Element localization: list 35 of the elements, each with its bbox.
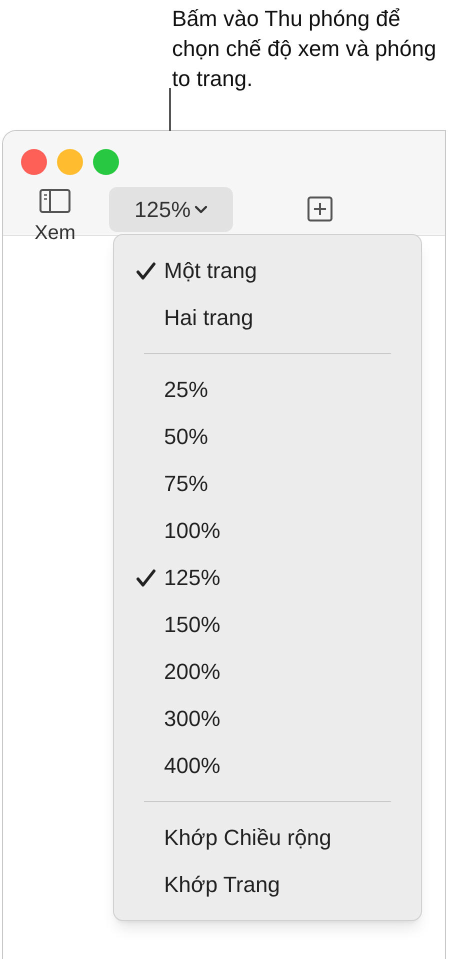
menu-item[interactable]: Hai trang — [114, 294, 421, 341]
view-button[interactable]: Xem — [27, 188, 83, 248]
menu-item-label: Khớp Trang — [164, 871, 280, 899]
menu-item[interactable]: 400% — [114, 742, 421, 789]
menu-item[interactable]: 200% — [114, 648, 421, 695]
zoom-window-button[interactable] — [93, 149, 119, 175]
menu-item-label: Một trang — [164, 257, 257, 285]
menu-item[interactable]: 100% — [114, 507, 421, 554]
minimize-button[interactable] — [57, 149, 83, 175]
menu-item-label: Khớp Chiều rộng — [164, 824, 332, 852]
chevron-down-icon — [194, 204, 208, 214]
menu-item[interactable]: 50% — [114, 413, 421, 460]
menu-item-label: 400% — [164, 752, 220, 780]
menu-item[interactable]: 75% — [114, 460, 421, 507]
menu-item[interactable]: 150% — [114, 601, 421, 648]
menu-item[interactable]: 25% — [114, 366, 421, 413]
menu-item[interactable]: Khớp Trang — [114, 861, 421, 908]
close-button[interactable] — [21, 149, 47, 175]
menu-item[interactable]: 300% — [114, 695, 421, 742]
menu-item-label: 25% — [164, 376, 208, 404]
menu-item-label: 300% — [164, 705, 220, 733]
menu-item[interactable]: Khớp Chiều rộng — [114, 814, 421, 861]
menu-item-label: 150% — [164, 611, 220, 639]
menu-item-label: Hai trang — [164, 304, 254, 332]
sidebar-icon — [39, 188, 71, 214]
menu-item-label: 125% — [164, 564, 220, 592]
zoom-button[interactable]: 125% — [109, 187, 233, 232]
menu-item-label: 50% — [164, 423, 208, 451]
menu-item[interactable]: 125% — [114, 554, 421, 601]
menu-item-label: 200% — [164, 658, 220, 686]
menu-item-label: 75% — [164, 470, 208, 498]
menu-item[interactable]: Một trang — [114, 247, 421, 294]
callout-text: Bấm vào Thu phóng để chọn chế độ xem và phóng to trang. — [172, 5, 438, 93]
add-page-icon[interactable] — [307, 196, 333, 222]
menu-item-label: 100% — [164, 517, 220, 545]
